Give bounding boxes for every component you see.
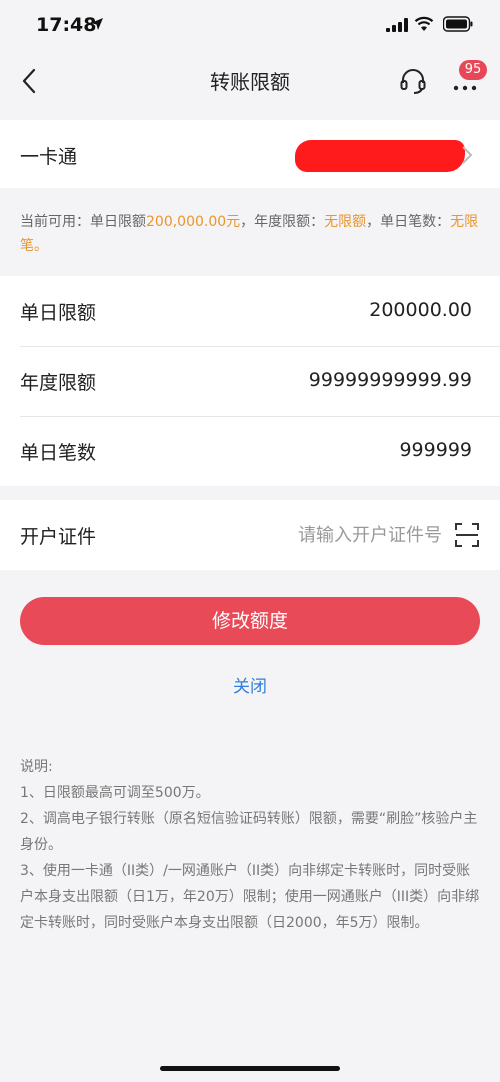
battery-icon	[443, 16, 473, 32]
close-link[interactable]: 关闭	[0, 672, 500, 697]
scan-icon[interactable]	[455, 523, 479, 547]
status-bar: 17:48	[0, 0, 500, 52]
limit-row-yearly-amount[interactable]: 年度限额 99999999999.99	[0, 346, 500, 416]
limit-value[interactable]: 99999999999.99	[309, 369, 472, 391]
note-item: 1、日限额最高可调至500万。	[20, 785, 210, 801]
note-item: 2、调高电子银行转账（原名短信验证码转账）限额，需要“刷脸”核验户主身份。	[20, 811, 478, 853]
message-count-badge: 95	[459, 60, 487, 80]
id-document-label: 开户证件	[20, 526, 97, 548]
note-item: 3、使用一卡通（II类）/一网通账户（II类）向非绑定卡转账时，同时受账户本身支…	[20, 863, 480, 931]
wifi-icon	[414, 16, 434, 31]
id-document-row: 开户证件	[0, 500, 500, 570]
home-indicator	[160, 1066, 340, 1071]
limit-row-daily-count[interactable]: 单日笔数 999999	[0, 416, 500, 486]
limit-value[interactable]: 200000.00	[369, 299, 472, 321]
card-label: 一卡通	[20, 146, 78, 168]
location-arrow-icon	[91, 18, 103, 30]
chevron-right-icon	[462, 146, 473, 164]
redacted-card-number	[295, 140, 465, 172]
limit-label: 单日笔数	[20, 442, 97, 464]
avail-daily-amount: 200,000.00元	[146, 214, 241, 230]
limit-row-daily-amount[interactable]: 单日限额 200000.00	[0, 276, 500, 346]
signal-icon	[386, 18, 408, 32]
status-time: 17:48	[36, 14, 97, 36]
avail-prefix: 当前可用：单日限额	[20, 214, 146, 230]
avail-yearly: 无限额	[324, 214, 367, 230]
avail-mid1: ，年度限额：	[240, 214, 325, 230]
limit-label: 年度限额	[20, 372, 97, 394]
nav-bar: 转账限额	[0, 52, 500, 110]
modify-limit-button[interactable]: 修改额度	[20, 597, 480, 645]
id-document-input[interactable]	[250, 518, 444, 552]
avail-mid2: ，单日笔数：	[366, 214, 451, 230]
notes-title: 说明:	[20, 759, 53, 775]
limits-list: 单日限额 200000.00 年度限额 99999999999.99 单日笔数 …	[0, 276, 500, 486]
limit-label: 单日限额	[20, 302, 97, 324]
notes-section: 说明: 1、日限额最高可调至500万。 2、调高电子银行转账（原名短信验证码转账…	[20, 754, 482, 936]
limit-value[interactable]: 999999	[399, 439, 472, 461]
headset-icon[interactable]	[398, 66, 428, 96]
available-limits-text: 当前可用：单日限额200,000.00元，年度限额：无限额，单日笔数：无限笔。	[20, 210, 480, 258]
